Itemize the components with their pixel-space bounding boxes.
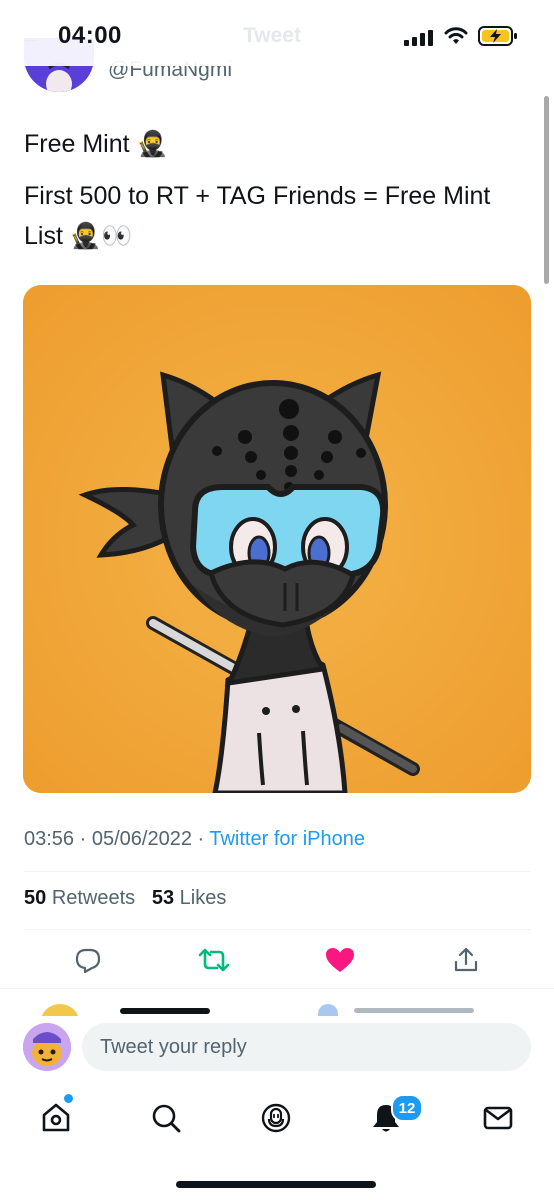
reply-verified-icon: [318, 1004, 338, 1016]
tweet-text-line-2: First 500 to RT + TAG Friends = Free Min…: [24, 182, 491, 250]
divider: [24, 871, 531, 872]
reply-icon: [75, 948, 101, 974]
battery-charging-icon: [478, 26, 517, 46]
notifications-badge: 12: [391, 1094, 423, 1122]
like-button[interactable]: [320, 942, 360, 978]
likes-label: Likes: [179, 887, 227, 909]
retweets-count-link[interactable]: 50 Retweets: [24, 887, 135, 909]
home-unread-dot: [64, 1094, 73, 1103]
reply-button[interactable]: [68, 942, 108, 978]
divider: [24, 929, 531, 930]
meta-separator: ·: [197, 828, 210, 850]
tweet-text-line-1: Free Mint 🥷: [24, 130, 168, 158]
scrollbar[interactable]: [544, 96, 549, 284]
messages-icon: [483, 1106, 513, 1130]
retweets-count: 50: [24, 887, 47, 909]
like-icon: [326, 948, 354, 972]
tab-messages[interactable]: [476, 1098, 520, 1138]
status-bar: ← Tweet 04:00: [0, 0, 554, 66]
reply-author-name-peek: [120, 1008, 210, 1014]
likes-count-link[interactable]: 53 Likes: [152, 887, 227, 909]
tab-spaces[interactable]: [254, 1098, 298, 1138]
next-reply-peek[interactable]: [0, 996, 554, 1016]
share-button[interactable]: [446, 942, 486, 978]
retweet-button[interactable]: [194, 942, 234, 978]
divider: [0, 988, 554, 989]
reply-handle-peek: [354, 1008, 474, 1013]
back-arrow-icon[interactable]: ←: [20, 24, 42, 50]
home-icon: [42, 1103, 70, 1132]
share-icon: [454, 947, 478, 972]
meta-separator: ·: [79, 828, 92, 850]
tab-search[interactable]: [144, 1098, 188, 1138]
tweet-source-link[interactable]: Twitter for iPhone: [209, 828, 365, 850]
home-indicator: [176, 1181, 376, 1188]
search-icon: [152, 1104, 181, 1133]
tab-home[interactable]: [34, 1098, 78, 1138]
spaces-icon: [261, 1103, 291, 1133]
tweet-date: 05/06/2022: [91, 828, 192, 850]
reply-author-avatar[interactable]: [40, 1004, 80, 1016]
tweet-media-image[interactable]: [23, 285, 531, 793]
retweet-icon: [198, 948, 230, 972]
status-time: 04:00: [58, 22, 122, 49]
current-user-avatar[interactable]: [23, 1023, 71, 1071]
cellular-signal-icon: [404, 30, 433, 46]
likes-count: 53: [151, 887, 175, 909]
tweet-reply-input[interactable]: Tweet your reply: [82, 1023, 531, 1071]
engagement-counts: 50 Retweets 53 Likes: [24, 887, 226, 910]
header-title: Tweet: [243, 24, 301, 47]
retweets-label: Retweets: [51, 887, 136, 909]
wifi-icon: [444, 27, 468, 44]
tweet-time: 03:56: [24, 828, 75, 850]
tweet-timestamp: 03:56 · 05/06/2022 · Twitter for iPhone: [24, 828, 365, 851]
